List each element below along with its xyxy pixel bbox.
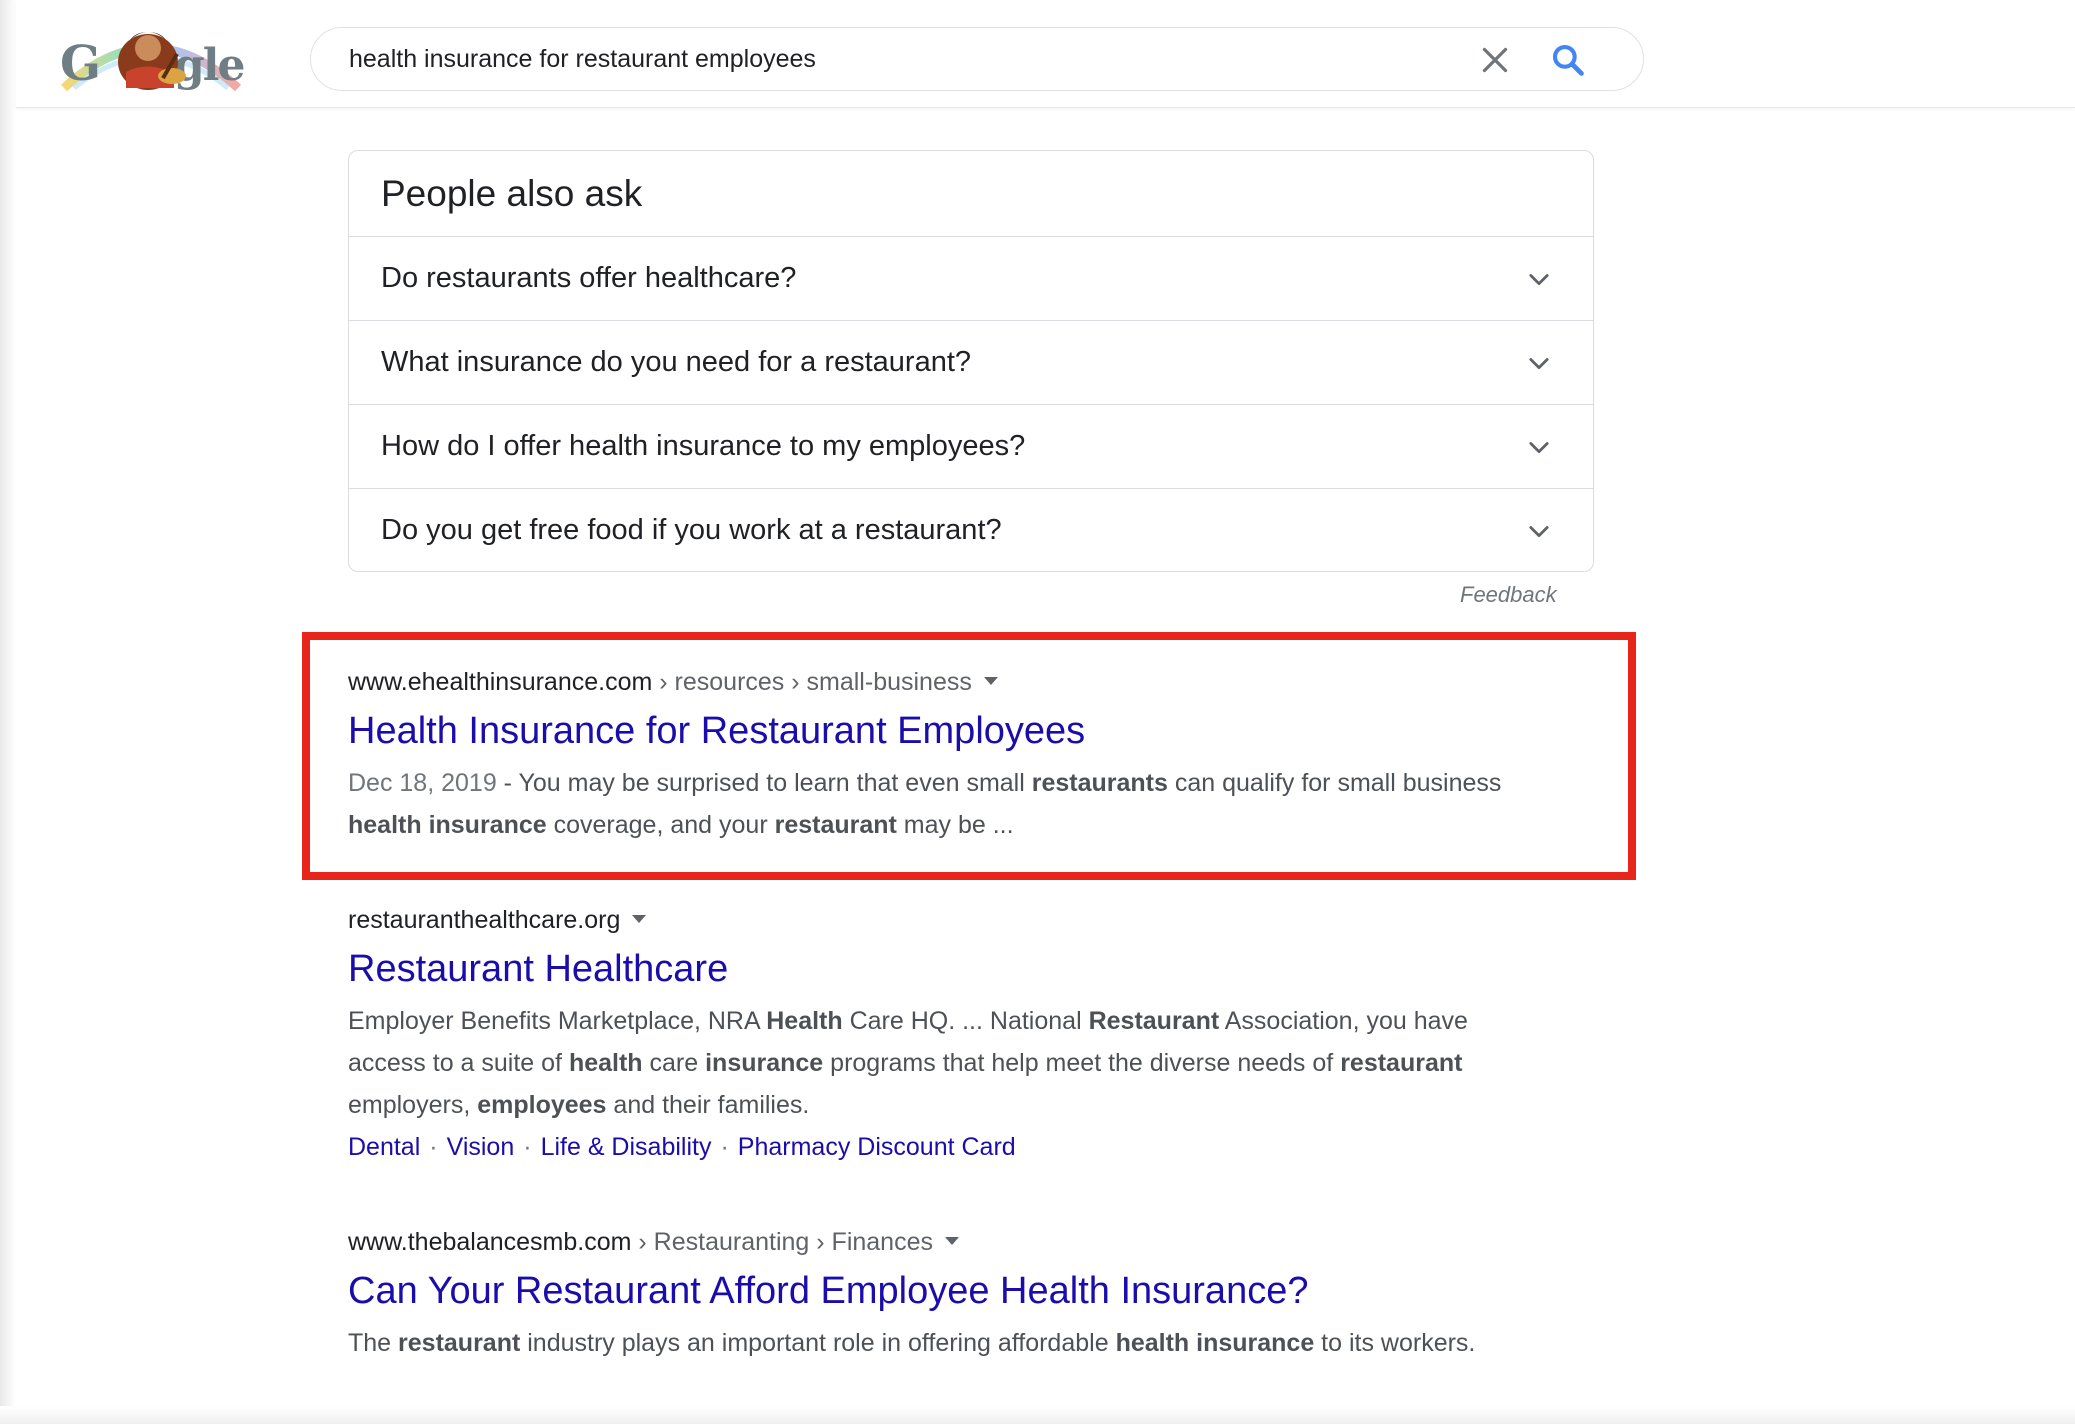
snippet-text: care [642,1049,706,1077]
sitelink-dental[interactable]: Dental [348,1133,420,1161]
sitelink-pharmacy-discount-card[interactable]: Pharmacy Discount Card [738,1133,1016,1161]
snippet-text: The [348,1329,399,1357]
result-snippet: Employer Benefits Marketplace, NRA Healt… [348,1000,1528,1126]
google-doodle-logo[interactable]: G gle [56,22,246,94]
snippet-body: The restaurant industry plays an importa… [348,1329,1475,1357]
highlight-annotation-box [302,632,1636,880]
result-snippet: The restaurant industry plays an importa… [348,1322,1498,1364]
result-title-link[interactable]: Can Your Restaurant Afford Employee Heal… [348,1266,1308,1316]
snippet-text: programs that help meet the diverse need… [823,1049,1341,1077]
paa-question-text: How do I offer health insurance to my em… [381,430,1026,462]
paa-question-text: Do you get free food if you work at a re… [381,514,1002,546]
result-url[interactable]: www.thebalancesmb.com › Restauranting › … [348,1224,1498,1260]
paa-question-text: What insurance do you need for a restaur… [381,346,972,378]
paa-question-4[interactable]: Do you get free food if you work at a re… [349,488,1593,572]
snippet-bold-term: Health [766,1007,843,1035]
sitelink-life-disability[interactable]: Life & Disability [541,1133,712,1161]
result-url[interactable]: restauranthealthcare.org [348,902,1528,938]
chevron-down-icon [1529,526,1549,538]
snippet-bold-term: Restaurant [1088,1007,1220,1035]
close-icon[interactable] [1477,42,1513,78]
people-also-ask-panel: People also ask Do restaurants offer hea… [348,150,1594,572]
sitelink-separator: · [429,1133,438,1161]
search-result-3: www.thebalancesmb.com › Restauranting › … [348,1224,1498,1364]
snippet-bold-term: restaurant [1340,1049,1463,1077]
header-bar: G gle [16,0,2075,108]
svg-text:gle: gle [174,40,243,91]
search-input[interactable] [349,28,1449,90]
result-domain: restauranthealthcare.org [348,906,621,934]
sitelink-separator: · [720,1133,729,1161]
snippet-text: employers, [348,1091,478,1119]
chevron-down-icon [1529,274,1549,286]
page-edge-shadow [0,0,16,1424]
search-icon[interactable] [1549,41,1587,79]
paa-question-text: Do restaurants offer healthcare? [381,262,797,294]
sitelink-vision[interactable]: Vision [447,1133,515,1161]
dropdown-caret-icon[interactable] [632,915,647,924]
snippet-bold-term: health insurance [1115,1329,1315,1357]
sitelink-separator: · [523,1133,532,1161]
search-result-2: restauranthealthcare.org Restaurant Heal… [348,902,1528,1168]
result-domain: www.thebalancesmb.com [348,1228,632,1256]
snippet-bold-term: insurance [705,1049,824,1077]
snippet-bold-term: employees [477,1091,607,1119]
paa-question-3[interactable]: How do I offer health insurance to my em… [349,404,1593,488]
snippet-body: Employer Benefits Marketplace, NRA Healt… [348,1007,1468,1119]
snippet-text: and their families. [606,1091,810,1119]
snippet-text: to its workers. [1314,1329,1476,1357]
snippet-text: Employer Benefits Marketplace, NRA [348,1007,767,1035]
snippet-bold-term: restaurant [398,1329,521,1357]
result-breadcrumb: › Restauranting › Finances [631,1228,933,1256]
chevron-down-icon [1529,358,1549,370]
feedback-link[interactable]: Feedback [1460,582,1557,608]
snippet-bold-term: health [568,1049,643,1077]
snippet-text: Care HQ. ... National [842,1007,1089,1035]
page-bottom-shadow [0,1406,2075,1424]
paa-question-2[interactable]: What insurance do you need for a restaur… [349,320,1593,404]
result-title-link[interactable]: Restaurant Healthcare [348,944,728,994]
sitelinks: Dental · Vision · Life & Disability · Pharmacy… [348,1126,1528,1168]
svg-text:G: G [60,36,99,92]
chevron-down-icon [1529,442,1549,454]
paa-question-1[interactable]: Do restaurants offer healthcare? [349,236,1593,320]
paa-heading: People also ask [381,173,643,214]
snippet-text: industry plays an important role in offe… [520,1329,1116,1357]
dropdown-caret-icon[interactable] [945,1237,959,1246]
search-box [310,27,1644,91]
